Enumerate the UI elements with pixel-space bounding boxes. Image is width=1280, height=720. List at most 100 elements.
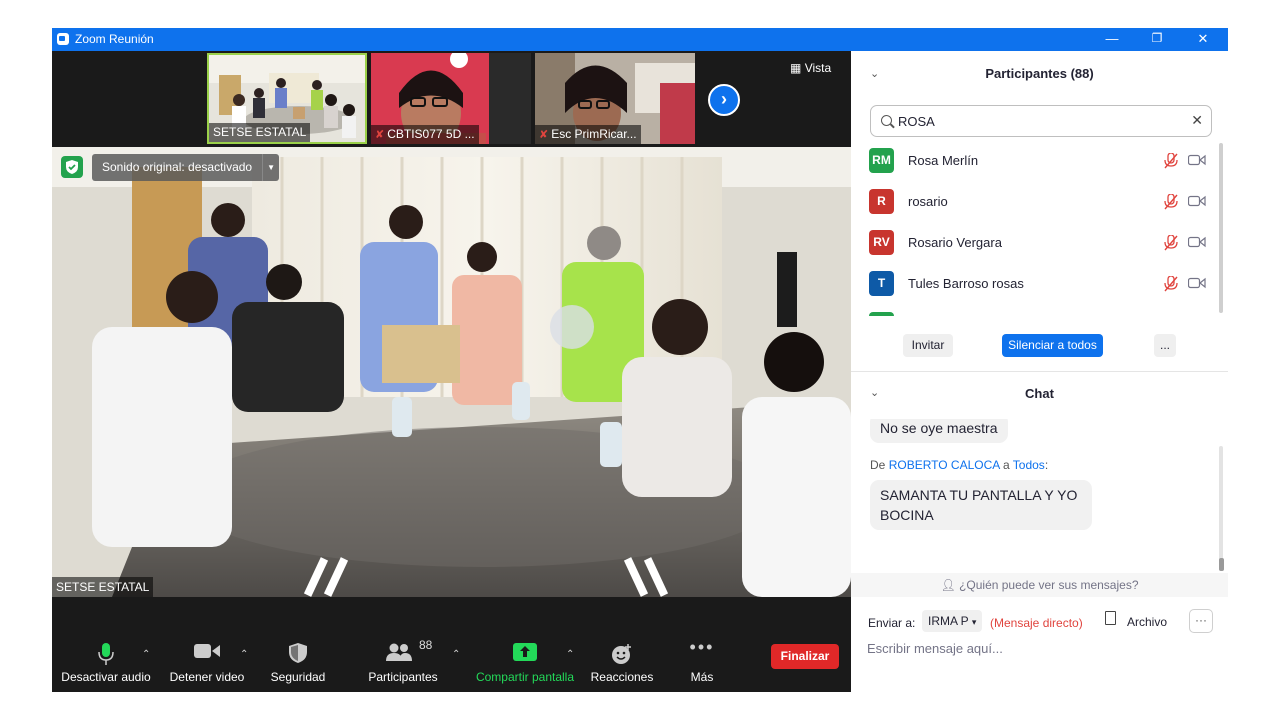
video-off-icon[interactable] bbox=[1188, 195, 1206, 207]
person-icon: 👤︎ bbox=[940, 578, 956, 592]
chat-title: Chat bbox=[1025, 386, 1054, 401]
chat-message-sender: De ROBERTO CALOCA a Todos: bbox=[870, 458, 1049, 472]
file-button[interactable]: Archivo bbox=[1127, 615, 1167, 629]
avatar: T bbox=[869, 271, 894, 296]
recipient-name[interactable]: Todos bbox=[1013, 458, 1045, 472]
participant-name: Tules Barroso rosas bbox=[908, 276, 1024, 291]
minimize-button[interactable]: — bbox=[1089, 28, 1135, 51]
shield-icon bbox=[289, 643, 307, 663]
zoom-window: Zoom Reunión — ❐ ✕ SETSE ESTATAL ✘ CBTIS… bbox=[52, 28, 1228, 692]
mute-audio-button[interactable]: Desactivar audio bbox=[60, 619, 152, 692]
direct-message-label: (Mensaje directo) bbox=[990, 616, 1083, 630]
avatar: RV bbox=[869, 230, 894, 255]
participant-search[interactable]: ✕ bbox=[870, 105, 1212, 137]
chat-message-input[interactable] bbox=[867, 637, 1212, 659]
participant-search-input[interactable] bbox=[898, 112, 1178, 130]
share-screen-button[interactable]: Compartir pantalla bbox=[472, 619, 578, 692]
muted-mic-icon[interactable] bbox=[1164, 235, 1178, 251]
video-thumbnail[interactable]: ✘ Esc PrimRicar... bbox=[535, 53, 695, 144]
video-off-icon[interactable] bbox=[1188, 236, 1206, 248]
participant-list: RM Rosa Merlín R rosario RV Rosario Verg… bbox=[851, 140, 1228, 316]
participants-more-button[interactable]: ... bbox=[1154, 334, 1176, 357]
participant-row[interactable]: RV Rosario Vergara bbox=[851, 222, 1228, 263]
end-meeting-button[interactable]: Finalizar bbox=[771, 644, 839, 669]
video-camera-icon bbox=[194, 644, 220, 658]
chat-message: No se oye maestra bbox=[870, 419, 1008, 443]
video-area: SETSE ESTATAL ✘ CBTIS077 5D ... ✘ Esc Pr… bbox=[52, 51, 851, 692]
send-to-label: Enviar a: bbox=[868, 616, 916, 630]
maximize-button[interactable]: ❐ bbox=[1134, 28, 1180, 51]
sender-name[interactable]: ROBERTO CALOCA bbox=[889, 458, 1000, 472]
chat-more-button[interactable]: ··· bbox=[1189, 609, 1213, 633]
view-button[interactable]: ▦ Vista bbox=[790, 61, 831, 75]
participants-title: Participantes (88) bbox=[985, 66, 1094, 81]
stop-video-button[interactable]: Detener video bbox=[164, 619, 250, 692]
muted-mic-icon[interactable] bbox=[1164, 153, 1178, 169]
thumbnail-name: ✘ CBTIS077 5D ... bbox=[371, 125, 479, 144]
muted-mic-icon[interactable] bbox=[1164, 276, 1178, 292]
grid-icon: ▦ bbox=[790, 61, 802, 75]
chat-messages: No se oye maestra De ROBERTO CALOCA a To… bbox=[851, 419, 1228, 571]
participants-icon bbox=[386, 643, 412, 661]
participants-header: ⌄ Participantes (88) bbox=[851, 51, 1228, 95]
invite-button[interactable]: Invitar bbox=[903, 334, 953, 357]
participant-row[interactable]: R rosario bbox=[851, 181, 1228, 222]
reaction-emoji-icon bbox=[612, 644, 631, 664]
participant-name: rosario bbox=[908, 194, 948, 209]
chevron-up-icon[interactable]: ⌃ bbox=[240, 649, 248, 660]
microphone-icon bbox=[98, 643, 114, 665]
speaker-video-feed bbox=[52, 147, 851, 597]
window-title: Zoom Reunión bbox=[75, 32, 154, 46]
video-off-icon[interactable] bbox=[1188, 154, 1206, 166]
muted-mic-icon: ✘ bbox=[375, 129, 385, 141]
active-speaker-video: Sonido original: desactivado ▼ SETSE EST… bbox=[52, 147, 851, 597]
video-off-icon[interactable] bbox=[1188, 277, 1206, 289]
recipient-dropdown[interactable]: IRMA P ▾ bbox=[922, 610, 983, 632]
file-icon[interactable] bbox=[1105, 611, 1116, 625]
who-can-see-messages-link[interactable]: 👤︎ ¿Quién puede ver sus mensajes? bbox=[851, 573, 1228, 597]
chat-header: ⌄ Chat bbox=[851, 372, 1228, 412]
mute-all-button[interactable]: Silenciar a todos bbox=[1002, 334, 1103, 357]
avatar: R bbox=[869, 189, 894, 214]
send-to-row: Enviar a: IRMA P ▾ (Mensaje directo) Arc… bbox=[851, 607, 1228, 637]
meeting-toolbar: Desactivar audio ⌃ Detener video ⌃ Segur… bbox=[52, 619, 851, 692]
speaker-name-label: SETSE ESTATAL bbox=[52, 577, 154, 597]
chevron-up-icon[interactable]: ⌃ bbox=[566, 649, 574, 660]
original-sound-toggle[interactable]: Sonido original: desactivado ▼ bbox=[92, 154, 280, 181]
search-icon bbox=[881, 115, 892, 126]
video-thumbnail[interactable]: SETSE ESTATAL bbox=[207, 53, 367, 144]
more-dots-icon: ••• bbox=[689, 637, 715, 657]
participants-button[interactable]: 88 Participantes bbox=[364, 619, 442, 692]
next-page-arrow-icon[interactable]: › bbox=[708, 84, 740, 116]
security-button[interactable]: Seguridad bbox=[264, 619, 332, 692]
clear-search-icon[interactable]: ✕ bbox=[1191, 112, 1203, 129]
side-panel: ⌄ Participantes (88) ✕ RM Rosa Merlín R … bbox=[851, 51, 1228, 692]
chevron-down-icon: ▾ bbox=[971, 617, 977, 627]
thumbnail-name: SETSE ESTATAL bbox=[209, 123, 311, 142]
muted-mic-icon[interactable] bbox=[1164, 194, 1178, 210]
zoom-app-icon bbox=[57, 33, 69, 45]
title-bar: Zoom Reunión — ❐ ✕ bbox=[52, 28, 1228, 51]
participant-list-scrollbar[interactable] bbox=[1219, 143, 1223, 313]
chat-scrollbar[interactable] bbox=[1219, 446, 1223, 571]
more-button[interactable]: ••• Más bbox=[678, 619, 726, 692]
avatar bbox=[869, 312, 894, 316]
participant-name: Rosa Merlín bbox=[908, 153, 979, 168]
participant-row[interactable]: T Tules Barroso rosas bbox=[851, 263, 1228, 304]
participants-count: 88 bbox=[419, 638, 433, 652]
reactions-button[interactable]: Reacciones bbox=[588, 619, 656, 692]
share-screen-icon bbox=[513, 643, 537, 661]
participant-name: Rosario Vergara bbox=[908, 235, 1002, 250]
chat-message: SAMANTA TU PANTALLA Y YO BOCINA bbox=[870, 480, 1092, 530]
close-window-button[interactable]: ✕ bbox=[1180, 28, 1226, 51]
avatar: RM bbox=[869, 148, 894, 173]
chevron-up-icon[interactable]: ⌃ bbox=[452, 649, 460, 660]
chevron-up-icon[interactable]: ⌃ bbox=[142, 649, 150, 660]
chevron-down-icon[interactable]: ▼ bbox=[262, 154, 279, 181]
muted-mic-icon: ✘ bbox=[539, 129, 549, 141]
participant-row[interactable]: RM Rosa Merlín bbox=[851, 140, 1228, 181]
chat-scrollbar-thumb[interactable] bbox=[1219, 558, 1224, 571]
video-thumbnail[interactable]: ✘ CBTIS077 5D ... bbox=[371, 53, 531, 144]
security-shield-icon bbox=[61, 156, 83, 178]
thumbnail-name: ✘ Esc PrimRicar... bbox=[535, 125, 641, 144]
